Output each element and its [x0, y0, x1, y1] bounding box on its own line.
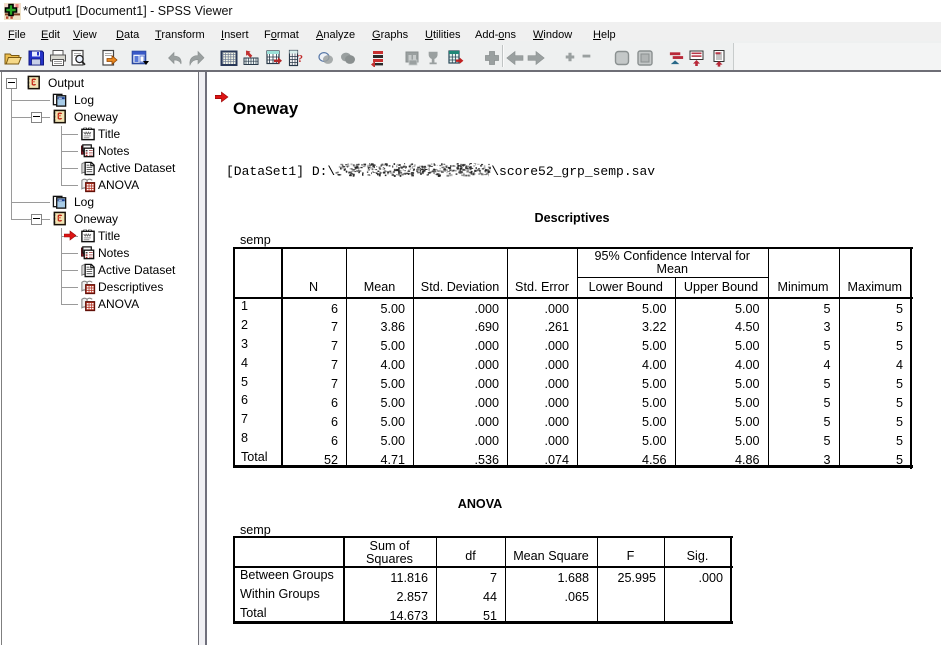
svg-text:?: ?: [298, 53, 304, 65]
